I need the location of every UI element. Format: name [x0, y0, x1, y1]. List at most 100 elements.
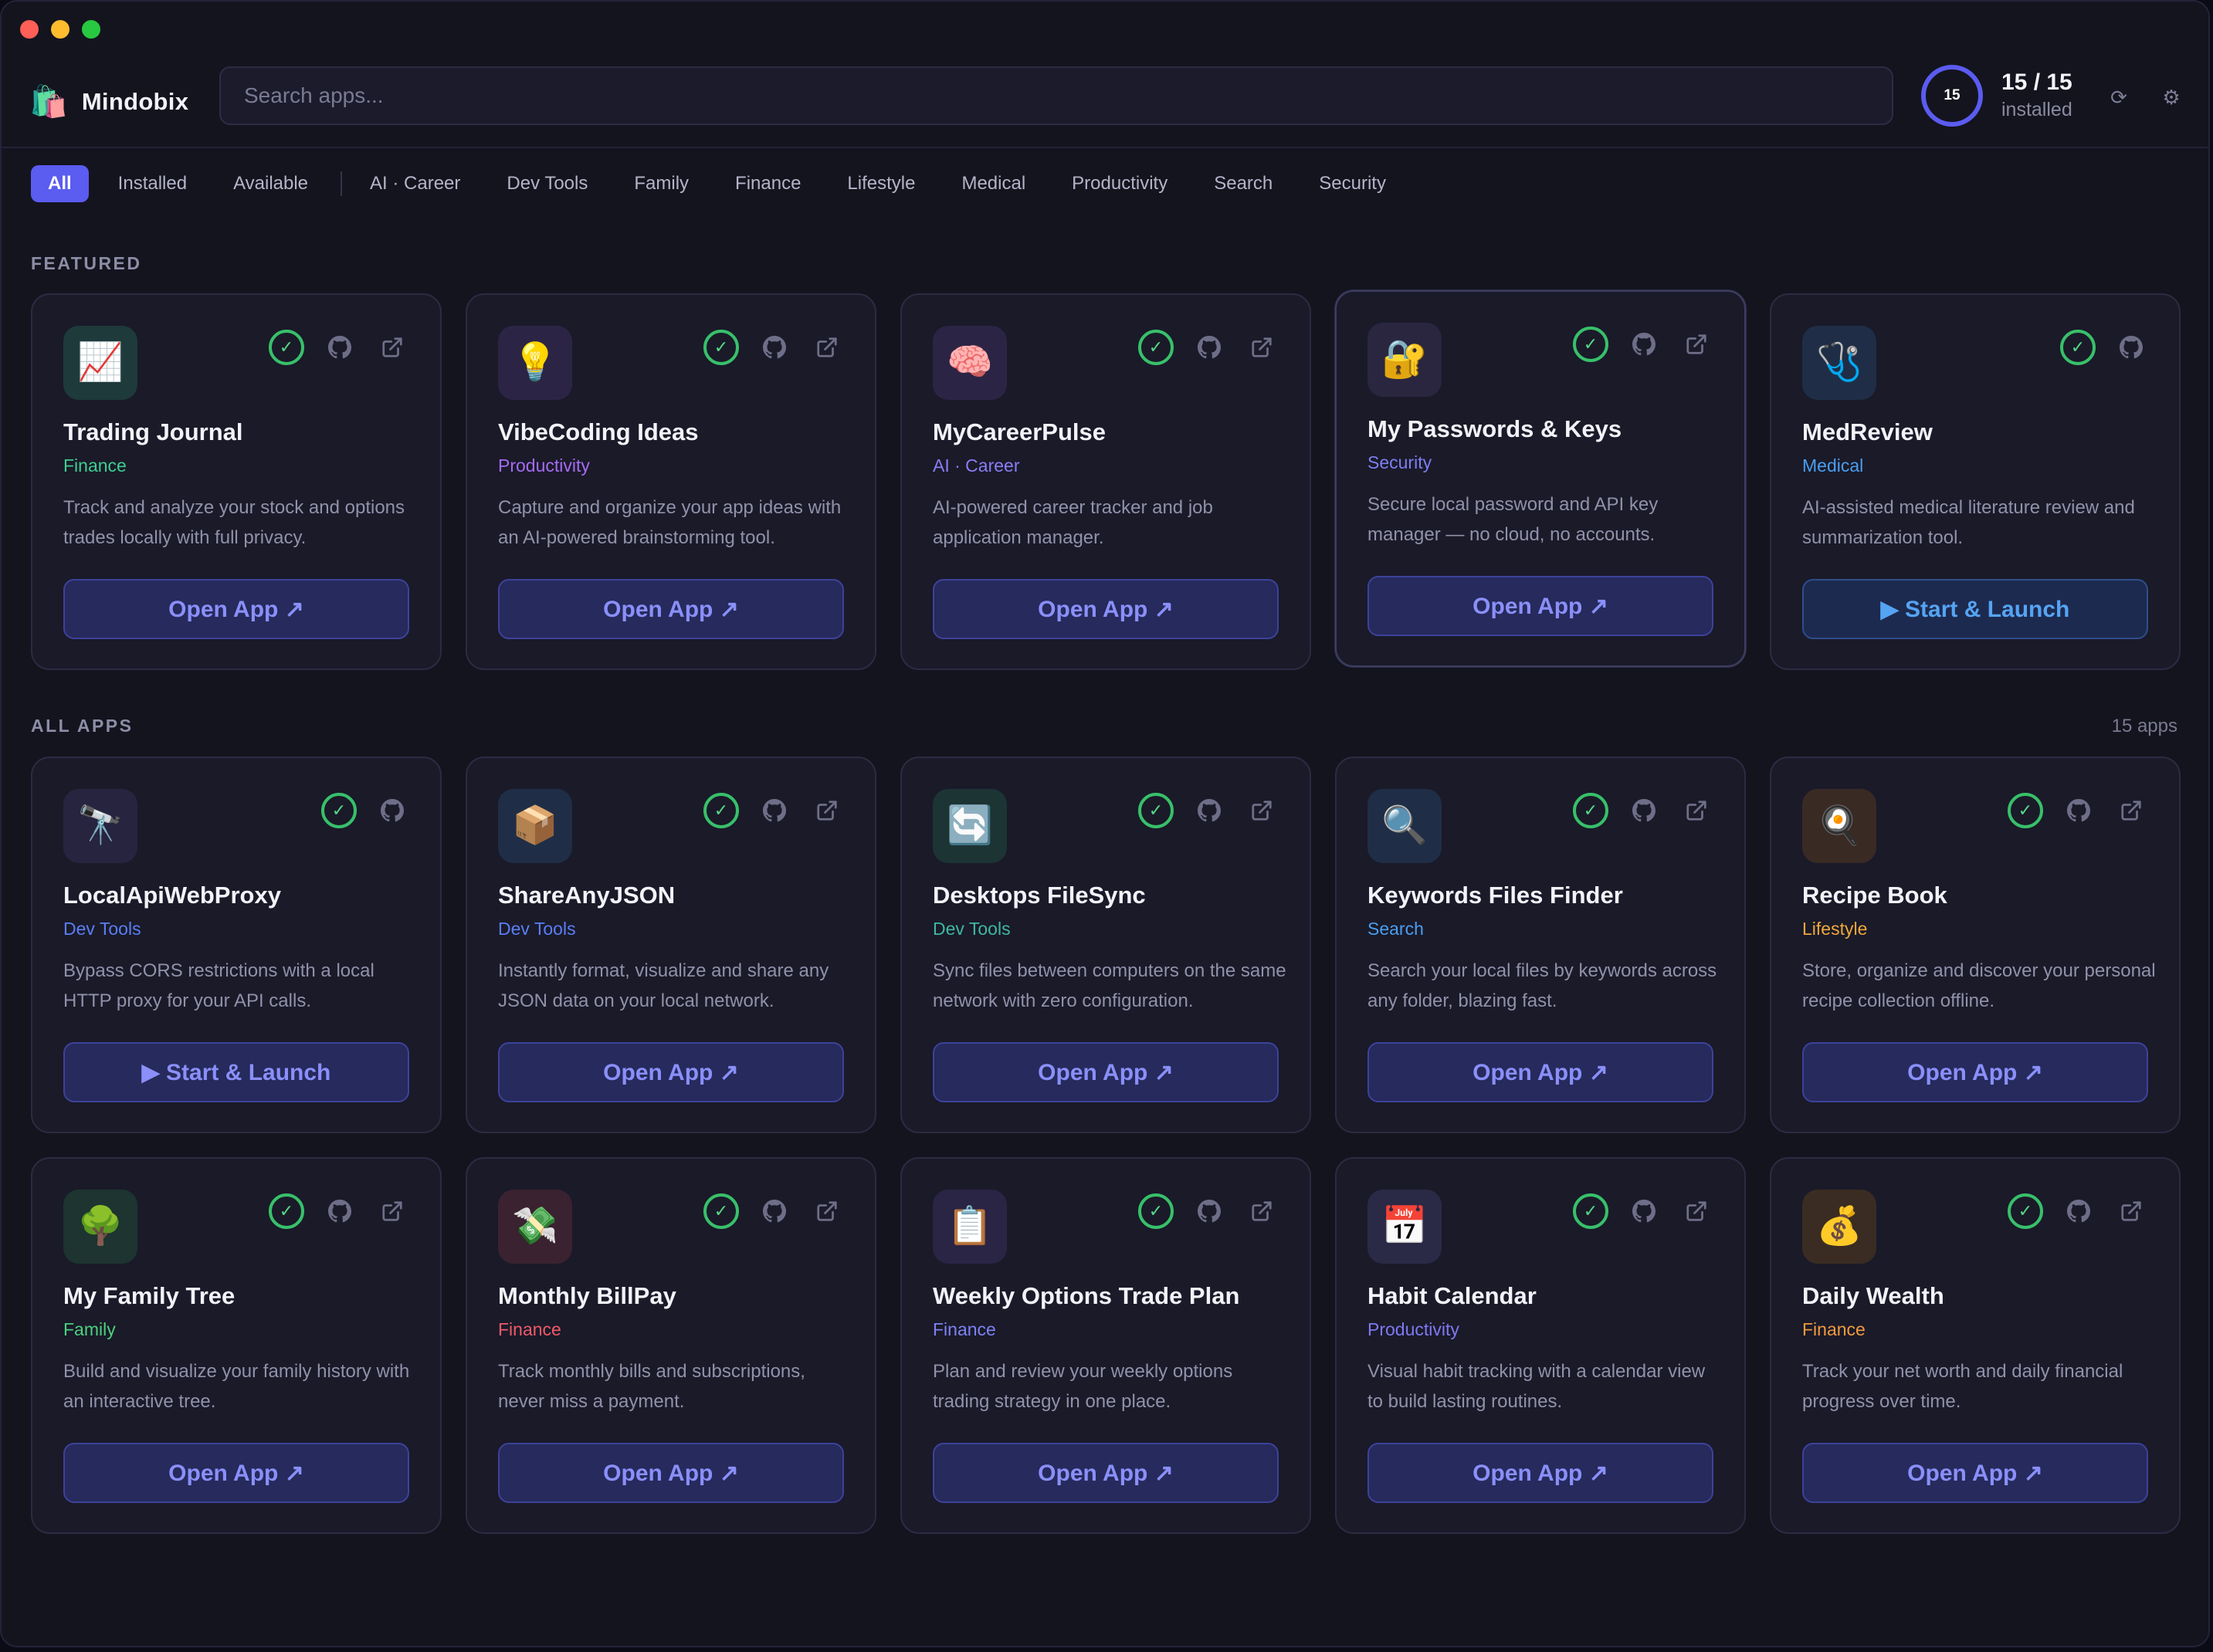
app-name: Weekly Options Trade Plan	[933, 1282, 1240, 1309]
calendar-icon: 📅	[1367, 1190, 1442, 1264]
external-link-icon[interactable]	[810, 330, 844, 364]
app-description: Track your net worth and daily financial…	[1802, 1361, 2123, 1412]
app-card-daily-wealth: 💰 ✓ Daily Wealth Finance Track your net …	[1770, 1157, 2181, 1534]
gear-icon[interactable]: ⚙	[2156, 82, 2187, 113]
filter-security[interactable]: Security	[1302, 165, 1403, 202]
external-link-icon[interactable]	[2114, 1194, 2148, 1228]
github-icon[interactable]	[757, 1194, 791, 1228]
card-actions: ✓	[269, 1193, 409, 1230]
external-link-icon[interactable]	[1245, 330, 1279, 364]
open-app-button[interactable]: Open App ↗	[63, 1443, 409, 1503]
featured-card-vibecoding-ideas: 💡 ✓ VibeCoding Ideas Productivity Captur…	[466, 293, 876, 670]
external-link-icon[interactable]	[1245, 794, 1279, 828]
app-description: Visual habit tracking with a calendar vi…	[1367, 1361, 1706, 1412]
open-app-button[interactable]: Open App ↗	[1367, 576, 1713, 636]
app-description: Capture and organize your app ideas with…	[498, 497, 842, 548]
filter-bar: All Installed Available AI · Career Dev …	[31, 165, 1415, 202]
money-bag-icon: 💰	[1802, 1190, 1876, 1264]
chart-up-icon: 📈	[63, 326, 137, 400]
external-link-icon[interactable]	[2114, 794, 2148, 828]
app-description: Bypass CORS restrictions with a local HT…	[63, 960, 374, 1011]
github-icon[interactable]	[1192, 794, 1226, 828]
close-window-button[interactable]	[20, 20, 39, 39]
refresh-icon[interactable]: ⟳	[2103, 82, 2134, 113]
brain-icon: 🧠	[933, 326, 1007, 400]
open-app-button[interactable]: Open App ↗	[63, 579, 409, 639]
stethoscope-icon: 🩺	[1802, 326, 1876, 400]
featured-card-trading-journal: 📈 ✓ Trading Journal Finance Track and an…	[31, 293, 442, 670]
filter-dev-tools[interactable]: Dev Tools	[490, 165, 605, 202]
app-name: Monthly BillPay	[498, 1282, 676, 1309]
search-input[interactable]	[219, 66, 1893, 125]
github-icon[interactable]	[2062, 1194, 2096, 1228]
github-icon[interactable]	[757, 794, 791, 828]
github-icon[interactable]	[375, 794, 409, 828]
github-icon[interactable]	[1192, 330, 1226, 364]
filter-family[interactable]: Family	[617, 165, 706, 202]
filter-finance[interactable]: Finance	[718, 165, 818, 202]
filter-available[interactable]: Available	[216, 165, 325, 202]
filter-all[interactable]: All	[31, 165, 89, 202]
open-app-button[interactable]: Open App ↗	[933, 1443, 1279, 1503]
open-app-button[interactable]: Open App ↗	[933, 579, 1279, 639]
telescope-icon: 🔭	[63, 789, 137, 863]
open-app-button[interactable]: Open App ↗	[1367, 1042, 1713, 1102]
lightbulb-icon: 💡	[498, 326, 572, 400]
installed-check-icon: ✓	[703, 793, 739, 828]
external-link-icon[interactable]	[1679, 327, 1713, 361]
app-category: Dev Tools	[63, 919, 141, 939]
lock-key-icon: 🔐	[1367, 323, 1442, 397]
card-actions: ✓	[1573, 326, 1713, 363]
header: 🛍️ Mindobix 15 15 / 15 installed ⟳ ⚙	[2, 56, 2208, 148]
app-category: Dev Tools	[498, 919, 576, 939]
app-category: Finance	[933, 1319, 996, 1339]
magnifier-icon: 🔍	[1367, 789, 1442, 863]
start-launch-button[interactable]: ▶ Start & Launch	[63, 1042, 409, 1102]
external-link-icon[interactable]	[1245, 1194, 1279, 1228]
open-app-button[interactable]: Open App ↗	[1802, 1042, 2148, 1102]
external-link-icon[interactable]	[810, 794, 844, 828]
filter-medical[interactable]: Medical	[944, 165, 1042, 202]
github-icon[interactable]	[757, 330, 791, 364]
app-card-desktops-filesync: 🔄 ✓ Desktops FileSync Dev Tools Sync fil…	[900, 757, 1311, 1133]
open-app-button[interactable]: Open App ↗	[1367, 1443, 1713, 1503]
filter-search[interactable]: Search	[1197, 165, 1290, 202]
filter-lifestyle[interactable]: Lifestyle	[830, 165, 932, 202]
filter-installed[interactable]: Installed	[101, 165, 204, 202]
external-link-icon[interactable]	[810, 1194, 844, 1228]
app-category: AI · Career	[933, 455, 1020, 476]
open-app-button[interactable]: Open App ↗	[498, 1443, 844, 1503]
featured-card-medreview: 🩺 ✓ MedReview Medical AI-assisted medica…	[1770, 293, 2181, 670]
app-description: Build and visualize your family history …	[63, 1361, 410, 1412]
github-icon[interactable]	[1627, 327, 1661, 361]
installed-check-icon: ✓	[321, 793, 357, 828]
brand: 🛍️ Mindobix	[29, 77, 188, 127]
app-category: Medical	[1802, 455, 1864, 476]
app-category: Finance	[63, 455, 127, 476]
minimize-window-button[interactable]	[51, 20, 69, 39]
filter-ai-career[interactable]: AI · Career	[353, 165, 477, 202]
card-actions: ✓	[703, 329, 844, 366]
github-icon[interactable]	[1627, 1194, 1661, 1228]
external-link-icon[interactable]	[375, 1194, 409, 1228]
zoom-window-button[interactable]	[82, 20, 100, 39]
github-icon[interactable]	[2114, 330, 2148, 364]
github-icon[interactable]	[323, 1194, 357, 1228]
app-category: Finance	[1802, 1319, 1866, 1339]
package-icon: 📦	[498, 789, 572, 863]
github-icon[interactable]	[2062, 794, 2096, 828]
app-category: Lifestyle	[1802, 919, 1868, 939]
github-icon[interactable]	[323, 330, 357, 364]
filter-productivity[interactable]: Productivity	[1055, 165, 1184, 202]
github-icon[interactable]	[1627, 794, 1661, 828]
app-name: Keywords Files Finder	[1367, 882, 1623, 909]
open-app-button[interactable]: Open App ↗	[498, 579, 844, 639]
open-app-button[interactable]: Open App ↗	[498, 1042, 844, 1102]
open-app-button[interactable]: Open App ↗	[1802, 1443, 2148, 1503]
github-icon[interactable]	[1192, 1194, 1226, 1228]
open-app-button[interactable]: Open App ↗	[933, 1042, 1279, 1102]
external-link-icon[interactable]	[1679, 794, 1713, 828]
start-launch-button[interactable]: ▶ Start & Launch	[1802, 579, 2148, 639]
external-link-icon[interactable]	[1679, 1194, 1713, 1228]
external-link-icon[interactable]	[375, 330, 409, 364]
